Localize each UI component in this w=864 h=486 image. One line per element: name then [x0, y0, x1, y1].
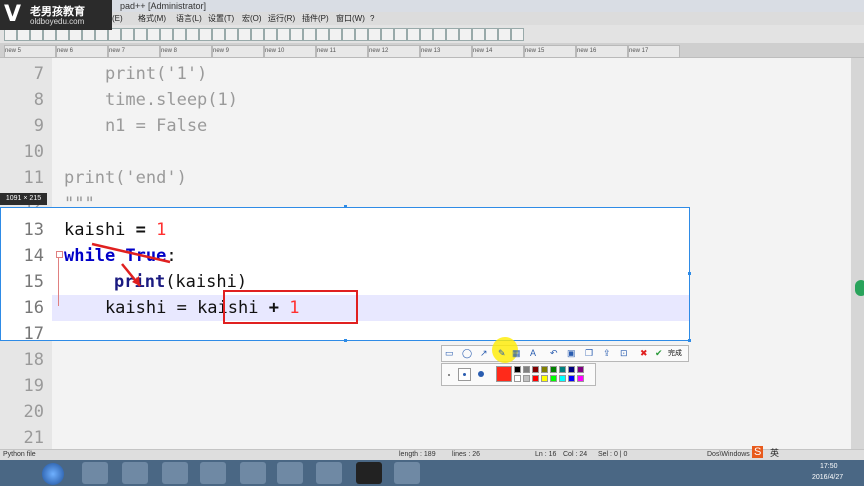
taskbar-folder-icon[interactable] — [277, 462, 303, 484]
color-swatch[interactable] — [541, 366, 548, 373]
pin-icon[interactable]: ⊡ — [620, 348, 628, 359]
annotation-layer — [91, 242, 171, 287]
ime-logo-icon: S — [752, 446, 764, 458]
current-color-swatch[interactable] — [496, 366, 512, 382]
red-arrow — [91, 242, 171, 264]
color-swatch[interactable] — [577, 366, 584, 373]
taskbar-app-icon[interactable] — [316, 462, 342, 484]
text-tool-icon[interactable]: A — [530, 348, 536, 359]
color-swatch[interactable] — [550, 366, 557, 373]
status-lines: lines : 26 — [452, 451, 481, 458]
status-file-type: Python file — [3, 451, 36, 458]
taskbar-app-icon[interactable] — [200, 462, 226, 484]
color-swatch[interactable] — [532, 375, 539, 382]
red-rectangle-annotation — [223, 290, 358, 324]
status-ln: Ln : 16 — [535, 451, 557, 458]
done-button[interactable]: 完成 — [668, 348, 682, 359]
color-swatch[interactable] — [514, 366, 521, 373]
check-icon[interactable]: ✔ — [655, 348, 663, 359]
ellipse-tool-icon[interactable]: ◯ — [462, 348, 472, 359]
line-number: 21 — [23, 428, 44, 448]
color-swatch[interactable] — [541, 375, 548, 382]
status-length: length : 189 — [399, 451, 436, 458]
rectangle-tool-icon[interactable]: ▭ — [445, 348, 454, 359]
color-swatch[interactable] — [559, 375, 566, 382]
taskbar-pycharm-icon[interactable] — [394, 462, 420, 484]
line-number: 20 — [23, 402, 44, 422]
line-number: 18 — [23, 350, 44, 370]
status-col: Col : 24 — [563, 451, 588, 458]
taskbar-app-icon[interactable] — [162, 462, 188, 484]
color-swatch[interactable] — [523, 366, 530, 373]
color-swatch[interactable] — [568, 375, 575, 382]
color-swatch[interactable] — [568, 366, 575, 373]
color-swatch[interactable] — [523, 375, 530, 382]
line-number: 19 — [23, 376, 44, 396]
color-swatch[interactable] — [559, 366, 566, 373]
taskbar-cmd-icon[interactable] — [356, 462, 382, 484]
undo-icon[interactable]: ↶ — [550, 348, 558, 359]
size-medium-dot — [463, 373, 466, 376]
save-icon[interactable]: ▣ — [567, 348, 576, 359]
copy-icon[interactable]: ❐ — [585, 348, 593, 359]
arrow-tool-icon[interactable]: ↗ — [480, 348, 488, 359]
color-swatch[interactable] — [532, 366, 539, 373]
size-large-dot[interactable] — [478, 371, 484, 377]
pen-tool-icon[interactable]: ✎ — [498, 348, 506, 359]
status-sel: Sel : 0 | 0 — [598, 451, 628, 458]
clock-date: 2016/4/27 — [812, 474, 844, 481]
color-swatch[interactable] — [550, 375, 557, 382]
screenshot-tool-bar — [441, 345, 689, 362]
color-swatch[interactable] — [514, 375, 521, 382]
taskbar-ie-icon[interactable] — [82, 462, 108, 484]
taskbar-notepad-icon[interactable] — [240, 462, 266, 484]
size-small-dot[interactable] — [448, 374, 450, 376]
clock-time: 17:50 — [820, 463, 838, 470]
mosaic-tool-icon[interactable]: ▦ — [512, 348, 521, 359]
status-eol: Dos\Windows — [707, 451, 750, 458]
taskbar-chrome-icon[interactable] — [122, 462, 148, 484]
color-swatch[interactable] — [577, 375, 584, 382]
ime-mode[interactable]: 英 — [770, 446, 779, 459]
start-button-icon[interactable] — [42, 463, 64, 485]
share-icon[interactable]: ⇪ — [603, 348, 611, 359]
close-icon[interactable]: ✖ — [640, 348, 648, 359]
